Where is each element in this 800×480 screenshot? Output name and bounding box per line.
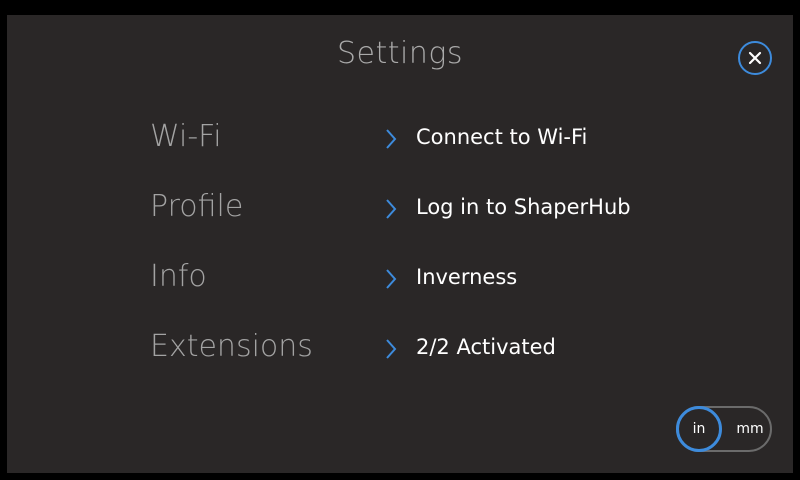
unit-option-in[interactable]: in — [676, 406, 722, 452]
close-button[interactable] — [738, 41, 772, 75]
row-label: Wi-Fi — [150, 119, 222, 154]
unit-option-mm[interactable]: mm — [730, 406, 770, 452]
row-value: Inverness — [416, 265, 518, 289]
row-value: Connect to Wi-Fi — [416, 125, 588, 149]
row-label: Extensions — [150, 329, 313, 364]
unit-toggle[interactable]: in mm — [676, 406, 772, 452]
settings-panel — [7, 15, 793, 473]
page-title: Settings — [336, 36, 463, 71]
close-icon — [748, 51, 762, 65]
row-label: Info — [150, 259, 207, 294]
row-value: 2/2 Activated — [416, 335, 556, 359]
settings-row-info[interactable]: Info Inverness — [0, 255, 800, 299]
chevron-right-icon — [386, 199, 397, 219]
settings-row-wifi[interactable]: Wi-Fi Connect to Wi-Fi — [0, 115, 800, 159]
chevron-right-icon — [386, 339, 397, 359]
row-value: Log in to ShaperHub — [416, 195, 631, 219]
chevron-right-icon — [386, 269, 397, 289]
settings-row-extensions[interactable]: Extensions 2/2 Activated — [0, 325, 800, 369]
settings-row-profile[interactable]: Profile Log in to ShaperHub — [0, 185, 800, 229]
chevron-right-icon — [386, 129, 397, 149]
row-label: Profile — [150, 189, 244, 224]
